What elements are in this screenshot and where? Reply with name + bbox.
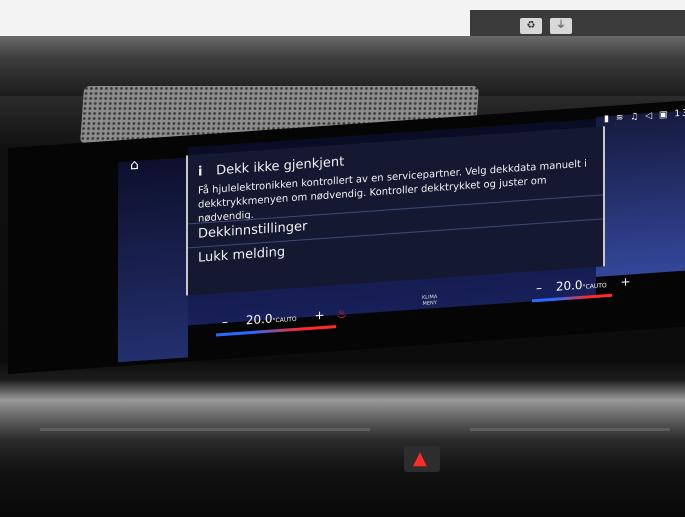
volume-icon: ◁: [645, 110, 655, 122]
temp-right-value: 20.0: [555, 277, 583, 294]
air-vent-right: [470, 428, 670, 431]
outlet-icon: ⏚: [550, 18, 572, 34]
music-icon: ♫: [630, 111, 641, 123]
temp-right-plus-button[interactable]: +: [620, 274, 630, 289]
climate-menu-line2: MENY: [422, 300, 437, 308]
media-icon: ▣: [659, 109, 670, 121]
signal-icon: ≋: [615, 112, 626, 124]
infotainment-photo: ♻ ⏚ ⌂ ▮ ≋ ♫ ◁ ▣ 13: i Dekk ikke gjenkjen…: [0, 0, 685, 517]
bluetooth-icon: ▮: [604, 113, 611, 125]
notification-dialog: i Dekk ikke gjenkjent Få hjulelektronikk…: [186, 126, 605, 296]
temp-right-minus-button[interactable]: –: [536, 281, 542, 295]
temp-left-value: 20.0: [245, 311, 273, 328]
display-screen: ⌂ ▮ ≋ ♫ ◁ ▣ 13: i Dekk ikke gjenkjent Få…: [8, 100, 685, 374]
seat-heating-icon[interactable]: ♨: [336, 306, 347, 321]
temp-right-mode: AUTO: [589, 282, 607, 291]
climate-menu-button[interactable]: KLIMA MENY: [422, 294, 437, 307]
home-icon[interactable]: ⌂: [130, 157, 139, 174]
hazard-button[interactable]: ▲: [404, 446, 440, 472]
info-icon: i: [198, 164, 203, 180]
clock: 13:: [674, 107, 685, 120]
recycle-icon: ♻: [520, 18, 542, 34]
temp-left-minus-button[interactable]: –: [222, 315, 228, 329]
temp-left-unit: °C: [272, 316, 280, 325]
temp-left-plus-button[interactable]: +: [314, 308, 324, 323]
left-panel: [118, 157, 188, 363]
hazard-icon: ▲: [413, 448, 427, 469]
temp-right-unit: °C: [582, 283, 590, 291]
temp-left-mode: AUTO: [279, 315, 297, 324]
air-vent-left: [40, 428, 370, 431]
right-panel: [596, 110, 685, 277]
